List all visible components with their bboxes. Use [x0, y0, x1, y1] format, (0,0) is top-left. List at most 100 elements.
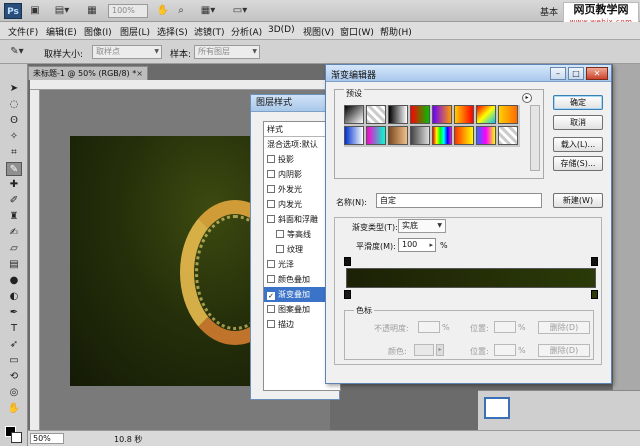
color-stop-left[interactable]	[344, 290, 351, 299]
gradient-preset-swatch[interactable]	[388, 126, 408, 145]
checkbox[interactable]	[267, 200, 275, 208]
hand-tool-icon[interactable]: ✋	[156, 4, 170, 18]
checkbox[interactable]	[267, 275, 275, 283]
color-menu-icon[interactable]: ▸	[436, 344, 444, 356]
checkbox[interactable]	[267, 305, 275, 313]
crop-tool-icon[interactable]: ⌗	[6, 146, 22, 160]
quick-select-tool-icon[interactable]: ✧	[6, 130, 22, 144]
delete-color-stop-button[interactable]: 删除(D)	[538, 344, 590, 357]
sample-size-select[interactable]: 取样点	[92, 45, 162, 59]
lasso-tool-icon[interactable]: ʘ	[6, 114, 22, 128]
opacity-stop-right[interactable]	[591, 257, 598, 266]
view-extras-icon[interactable]: ▤▾	[50, 4, 74, 18]
clone-stamp-tool-icon[interactable]: ♜	[6, 210, 22, 224]
checkbox[interactable]	[267, 170, 275, 178]
gradient-preset-swatch[interactable]	[388, 105, 408, 124]
arrange-documents-icon[interactable]: ▦▾	[196, 4, 220, 18]
workspace-switcher[interactable]: 基本	[540, 5, 558, 18]
cancel-button[interactable]: 取消	[553, 115, 603, 130]
zoom-level-select[interactable]: 100%	[108, 4, 148, 18]
menu-edit[interactable]: 编辑(E)	[46, 25, 77, 38]
ok-button[interactable]: 确定	[553, 95, 603, 110]
3d-rotate-tool-icon[interactable]: ⟲	[6, 370, 22, 384]
menu-help[interactable]: 帮助(H)	[380, 25, 412, 38]
gradient-tool-icon[interactable]: ▤	[6, 258, 22, 272]
checkbox[interactable]	[276, 230, 284, 238]
zoom-tool-icon[interactable]: ⌕	[174, 4, 188, 18]
gradient-preset-swatch[interactable]	[432, 126, 452, 145]
hand-tool-icon[interactable]: ✋	[6, 402, 22, 416]
checkbox[interactable]	[267, 260, 275, 268]
eyedropper-preset-icon[interactable]: ✎▾	[6, 45, 28, 59]
presets-menu-icon[interactable]: ▸	[522, 93, 532, 103]
gradient-preset-swatch[interactable]	[476, 105, 496, 124]
menu-file[interactable]: 文件(F)	[8, 25, 38, 38]
gradient-preset-swatch[interactable]	[366, 126, 386, 145]
status-zoom-field[interactable]: 50%	[30, 433, 64, 444]
screen-mode-icon[interactable]: ▭▾	[228, 4, 252, 18]
path-selection-tool-icon[interactable]: ➶	[6, 338, 22, 352]
history-brush-tool-icon[interactable]: ✍	[6, 226, 22, 240]
menu-window[interactable]: 窗口(W)	[340, 25, 374, 38]
gradient-preset-swatch[interactable]	[476, 126, 496, 145]
eyedropper-tool-icon[interactable]: ✎	[6, 162, 22, 176]
gradient-preset-swatch[interactable]	[454, 105, 474, 124]
checkbox[interactable]	[276, 245, 284, 253]
zoom-level-icon[interactable]: ▦	[82, 4, 102, 18]
menu-image[interactable]: 图像(I)	[84, 25, 112, 38]
shape-tool-icon[interactable]: ▭	[6, 354, 22, 368]
minimize-icon[interactable]: –	[550, 67, 566, 80]
save-button[interactable]: 存储(S)...	[553, 156, 603, 171]
menu-view[interactable]: 视图(V)	[303, 25, 334, 38]
close-document-icon[interactable]: ×	[136, 67, 143, 80]
checkbox[interactable]	[267, 320, 275, 328]
gradient-preset-swatch[interactable]	[498, 105, 518, 124]
gradient-preset-swatch[interactable]	[498, 126, 518, 145]
load-button[interactable]: 载入(L)...	[553, 137, 603, 152]
stop-color-well[interactable]	[414, 344, 434, 356]
opacity-position-input[interactable]	[494, 321, 516, 333]
gradient-preset-swatch[interactable]	[366, 105, 386, 124]
background-color-swatch[interactable]	[11, 432, 22, 443]
gradient-preset-swatch[interactable]	[344, 126, 364, 145]
menu-layer[interactable]: 图层(L)	[120, 25, 150, 38]
marquee-tool-icon[interactable]: ◌	[6, 98, 22, 112]
type-tool-icon[interactable]: T	[6, 322, 22, 336]
color-position-input[interactable]	[494, 344, 516, 356]
gradient-preset-swatch[interactable]	[410, 105, 430, 124]
menu-select[interactable]: 选择(S)	[157, 25, 188, 38]
gradient-preset-swatch[interactable]	[432, 105, 452, 124]
3d-orbit-tool-icon[interactable]: ◎	[6, 386, 22, 400]
opacity-stop-left[interactable]	[344, 257, 351, 266]
pen-tool-icon[interactable]: ✒	[6, 306, 22, 320]
menu-3d[interactable]: 3D(D)	[268, 25, 295, 35]
close-icon[interactable]: ✕	[586, 67, 608, 80]
checkbox[interactable]: ✓	[267, 292, 275, 300]
move-tool-icon[interactable]: ➤	[6, 82, 22, 96]
menu-filter[interactable]: 滤镜(T)	[194, 25, 225, 38]
new-gradient-button[interactable]: 新建(W)	[553, 193, 603, 208]
dodge-tool-icon[interactable]: ◐	[6, 290, 22, 304]
gradient-preset-swatch[interactable]	[410, 126, 430, 145]
eraser-tool-icon[interactable]: ▱	[6, 242, 22, 256]
sample-layers-select[interactable]: 所有图层	[194, 45, 260, 59]
healing-brush-tool-icon[interactable]: ✚	[6, 178, 22, 192]
checkbox[interactable]	[267, 185, 275, 193]
gradient-preset-swatch[interactable]	[344, 105, 364, 124]
checkbox[interactable]	[267, 215, 275, 223]
gradient-name-input[interactable]: 自定	[376, 193, 542, 208]
checkbox[interactable]	[267, 155, 275, 163]
gradient-type-select[interactable]: 实底	[398, 219, 446, 233]
layer-thumbnail[interactable]	[484, 397, 510, 419]
delete-opacity-stop-button[interactable]: 删除(D)	[538, 321, 590, 334]
document-tab[interactable]: 未标题-1 @ 50% (RGB/8) * ×	[28, 66, 148, 80]
brush-tool-icon[interactable]: ✐	[6, 194, 22, 208]
gradient-preview-bar[interactable]	[346, 268, 596, 288]
maximize-icon[interactable]: □	[568, 67, 584, 80]
bridge-icon[interactable]: ▣	[28, 4, 42, 18]
smoothness-input[interactable]: 100	[398, 238, 436, 252]
blur-tool-icon[interactable]: ●	[6, 274, 22, 288]
gradient-preset-swatch[interactable]	[454, 126, 474, 145]
stop-opacity-input[interactable]	[418, 321, 440, 333]
color-stop-right[interactable]	[591, 290, 598, 299]
